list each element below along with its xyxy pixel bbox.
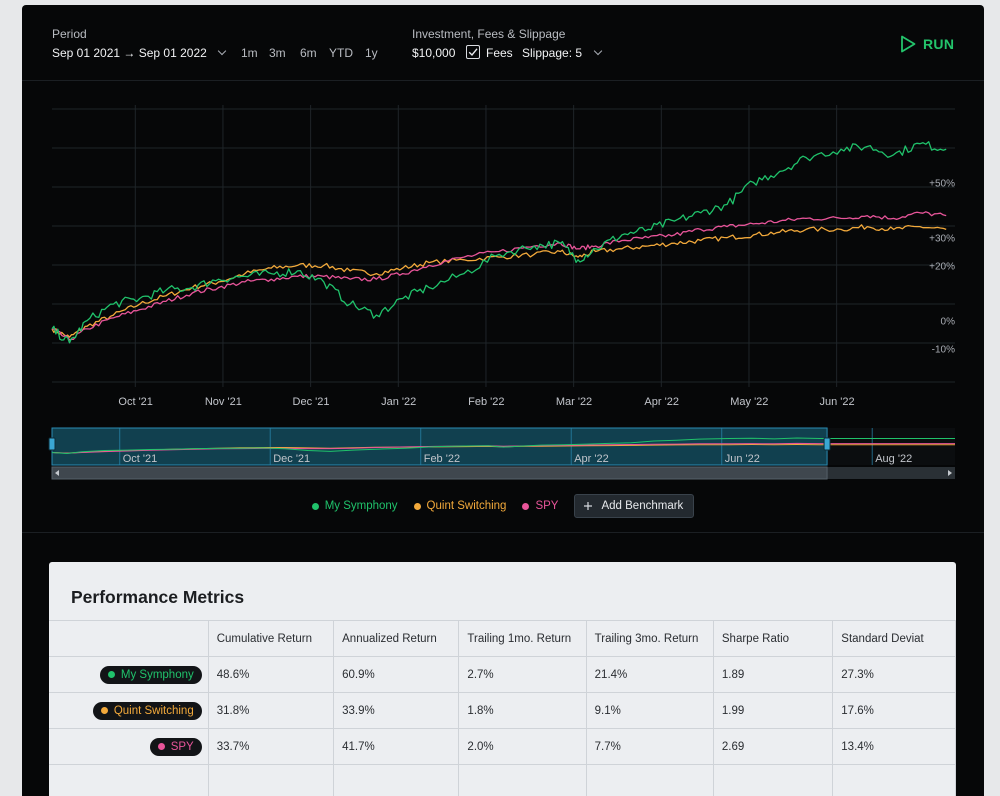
series-name: My Symphony: [120, 668, 194, 681]
series-name: Quint Switching: [113, 704, 194, 717]
legend-divider: [22, 532, 984, 533]
metric-cell: 60.9%: [333, 656, 460, 693]
range-navigator[interactable]: Oct '21 Dec '21 Feb '22 Apr '22 Jun '22 Aug '…: [48, 427, 955, 480]
x-tick-label: Dec '21: [293, 396, 330, 408]
metric-cell: 2.69: [712, 728, 834, 765]
table-row: Quint Switching 31.8% 33.9% 1.8% 9.1% 1.…: [49, 692, 956, 729]
metrics-title: Performance Metrics: [71, 587, 245, 607]
performance-metrics-card: Performance Metrics Cumulative Return An…: [49, 562, 956, 796]
column-header-name: [49, 620, 209, 657]
add-benchmark-label: Add Benchmark: [601, 500, 684, 512]
navigator-tick-label: Jun '22: [725, 453, 760, 465]
add-benchmark-button[interactable]: Add Benchmark: [574, 494, 695, 518]
series-dot: [100, 707, 108, 714]
x-tick-label: Jan '22: [381, 396, 416, 408]
y-tick-label: 0%: [941, 317, 956, 328]
chart-legend: My Symphony Quint Switching SPY Add Benc…: [22, 494, 984, 518]
x-tick-label: Nov '21: [205, 396, 242, 408]
metric-cell: 41.7%: [333, 728, 460, 765]
metric-cell: 13.4%: [832, 728, 956, 765]
empty-cell: [333, 764, 460, 796]
x-axis-ticks: Oct '21 Nov '21 Dec '21 Jan '22 Feb '22 Mar '…: [118, 396, 854, 408]
metric-cell: 17.6%: [832, 692, 956, 729]
metric-cell: 2.0%: [458, 728, 587, 765]
navigator-scrollbar-thumb[interactable]: [51, 466, 828, 480]
series-name: SPY: [170, 740, 194, 753]
chart-series: [51, 141, 947, 344]
metric-cell: 27.3%: [832, 656, 956, 693]
metric-cell: 48.6%: [207, 656, 335, 693]
metric-cell: 1.89: [712, 656, 834, 693]
navigator-tick-label: Aug '22: [875, 453, 912, 465]
legend-label: My Symphony: [324, 500, 398, 512]
table-row-empty: [49, 764, 956, 796]
y-tick-label: +20%: [929, 261, 955, 272]
series-dot: [522, 502, 530, 510]
row-name-cell: SPY: [49, 728, 209, 765]
row-name-cell: Quint Switching: [49, 692, 209, 729]
metric-cell: 7.7%: [585, 728, 714, 765]
x-tick-label: Oct '21: [118, 396, 153, 408]
column-header: Trailing 1mo. Return: [458, 620, 587, 657]
metric-cell: 2.7%: [458, 656, 587, 693]
navigator-handle[interactable]: [48, 437, 56, 451]
x-tick-label: May '22: [730, 396, 768, 408]
column-header: Cumulative Return: [207, 620, 335, 657]
empty-cell: [585, 764, 714, 796]
y-tick-label: +50%: [929, 178, 955, 189]
empty-cell: [458, 764, 587, 796]
y-tick-label: -10%: [932, 344, 955, 355]
metric-cell: 31.8%: [207, 692, 335, 729]
legend-label: SPY: [535, 500, 559, 512]
legend-item-spy[interactable]: SPY: [522, 500, 558, 512]
navigator-tick-label: Apr '22: [574, 453, 609, 465]
navigator-tick-label: Feb '22: [424, 453, 460, 465]
series-pill-quint-switching: Quint Switching: [92, 701, 202, 720]
column-header: Sharpe Ratio: [712, 620, 834, 657]
column-header: Annualized Return: [333, 620, 460, 657]
column-header: Standard Deviat: [832, 620, 956, 657]
series-line-spy: [51, 211, 947, 341]
empty-cell: [49, 764, 209, 796]
x-tick-label: Jun '22: [819, 396, 854, 408]
metric-cell: 1.99: [712, 692, 834, 729]
table-row: My Symphony 48.6% 60.9% 2.7% 21.4% 1.89 …: [49, 656, 956, 693]
column-header: Trailing 3mo. Return: [585, 620, 714, 657]
table-header-row: Cumulative Return Annualized Return Trai…: [49, 620, 956, 657]
series-dot: [157, 743, 165, 750]
x-tick-label: Feb '22: [468, 396, 504, 408]
legend-item-quint-switching[interactable]: Quint Switching: [413, 500, 507, 512]
empty-cell: [832, 764, 956, 796]
series-pill-spy: SPY: [149, 737, 202, 756]
series-dot: [413, 502, 421, 510]
series-dot: [311, 502, 319, 510]
table-row: SPY 33.7% 41.7% 2.0% 7.7% 2.69 13.4%: [49, 728, 956, 765]
metric-cell: 33.9%: [333, 692, 460, 729]
navigator-tick-label: Oct '21: [123, 453, 158, 465]
y-tick-label: +30%: [929, 234, 955, 245]
performance-chart[interactable]: +50% +30% +20% 0% -10% Oct '21 Nov '21 Dec '21…: [22, 5, 984, 485]
empty-cell: [207, 764, 335, 796]
x-tick-label: Mar '22: [556, 396, 592, 408]
series-dot: [107, 671, 115, 678]
metrics-table: Cumulative Return Annualized Return Trai…: [49, 620, 956, 796]
series-line-my-symphony: [51, 141, 947, 344]
legend-label: Quint Switching: [426, 500, 507, 512]
chart-grid: [52, 105, 955, 387]
series-line-quint-switching: [51, 224, 947, 338]
legend-item-my-symphony[interactable]: My Symphony: [311, 500, 398, 512]
y-axis-ticks: +50% +30% +20% 0% -10%: [929, 178, 955, 355]
plus-icon: [584, 502, 593, 510]
empty-cell: [712, 764, 834, 796]
metric-cell: 1.8%: [458, 692, 587, 729]
series-pill-my-symphony: My Symphony: [99, 665, 202, 684]
metric-cell: 21.4%: [585, 656, 714, 693]
x-tick-label: Apr '22: [644, 396, 679, 408]
navigator-handle[interactable]: [823, 437, 831, 451]
metric-cell: 33.7%: [207, 728, 335, 765]
navigator-tick-label: Dec '21: [273, 453, 310, 465]
metric-cell: 9.1%: [585, 692, 714, 729]
row-name-cell: My Symphony: [49, 656, 209, 693]
backtest-panel: Period Sep 01 2021 → Sep 01 2022 1m 3m 6…: [22, 5, 984, 796]
